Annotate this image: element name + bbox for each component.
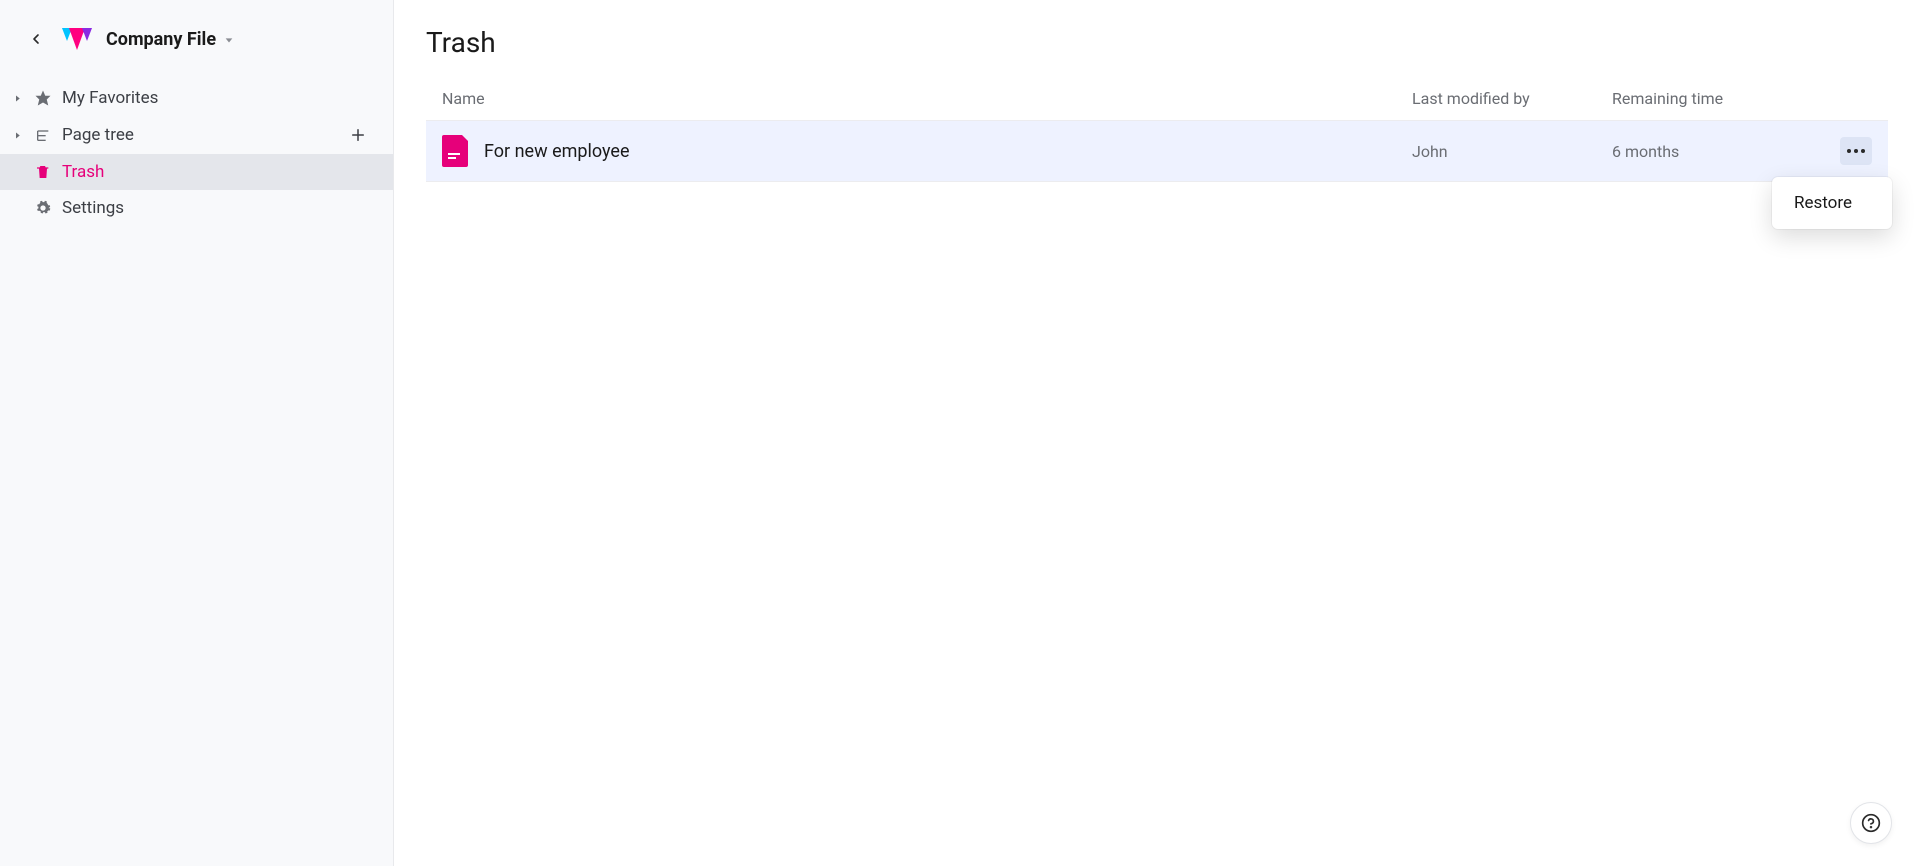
sidebar-item-trash[interactable]: Trash: [0, 154, 393, 190]
more-actions-button[interactable]: [1840, 137, 1872, 165]
context-restore[interactable]: Restore: [1772, 185, 1892, 221]
sidebar: Company File My Favorites Page tree: [0, 0, 394, 866]
trash-icon: [34, 163, 52, 181]
row-name-cell: For new employee: [442, 135, 1412, 167]
row-actions-cell: [1812, 137, 1872, 165]
main-content: Trash Name Last modified by Remaining ti…: [394, 0, 1920, 866]
sidebar-item-label: Trash: [62, 162, 375, 182]
caret-down-icon: [224, 29, 234, 50]
column-remaining: Remaining time: [1612, 89, 1812, 108]
tree-icon: [34, 126, 52, 144]
help-button[interactable]: [1850, 802, 1892, 844]
column-modified: Last modified by: [1412, 89, 1612, 108]
sidebar-item-label: Settings: [62, 198, 375, 218]
column-name: Name: [442, 89, 1412, 108]
trash-table: Name Last modified by Remaining time For…: [394, 79, 1920, 182]
row-modified-cell: John: [1412, 142, 1612, 161]
gear-icon: [34, 199, 52, 217]
chevron-right-icon[interactable]: [10, 94, 24, 103]
star-icon: [34, 89, 52, 107]
sidebar-item-favorites[interactable]: My Favorites: [0, 80, 393, 116]
row-name: For new employee: [484, 141, 630, 162]
sidebar-nav: My Favorites Page tree Trash: [0, 72, 393, 226]
sidebar-item-page-tree[interactable]: Page tree: [0, 116, 393, 154]
sidebar-item-label: My Favorites: [62, 88, 375, 108]
app-logo-icon: [62, 24, 92, 54]
add-page-button[interactable]: [347, 124, 369, 146]
chevron-right-icon[interactable]: [10, 131, 24, 140]
table-header: Name Last modified by Remaining time: [426, 79, 1888, 120]
sidebar-item-settings[interactable]: Settings: [0, 190, 393, 226]
table-row[interactable]: For new employee John 6 months Restore: [426, 120, 1888, 182]
row-remaining-cell: 6 months: [1612, 142, 1812, 161]
document-icon: [442, 135, 470, 167]
workspace-dropdown[interactable]: Company File: [106, 29, 234, 50]
workspace-title: Company File: [106, 29, 216, 50]
back-button[interactable]: [24, 27, 48, 51]
sidebar-header: Company File: [0, 0, 393, 72]
sidebar-item-label: Page tree: [62, 125, 337, 145]
context-menu: Restore: [1772, 177, 1892, 229]
page-title: Trash: [394, 0, 1920, 79]
